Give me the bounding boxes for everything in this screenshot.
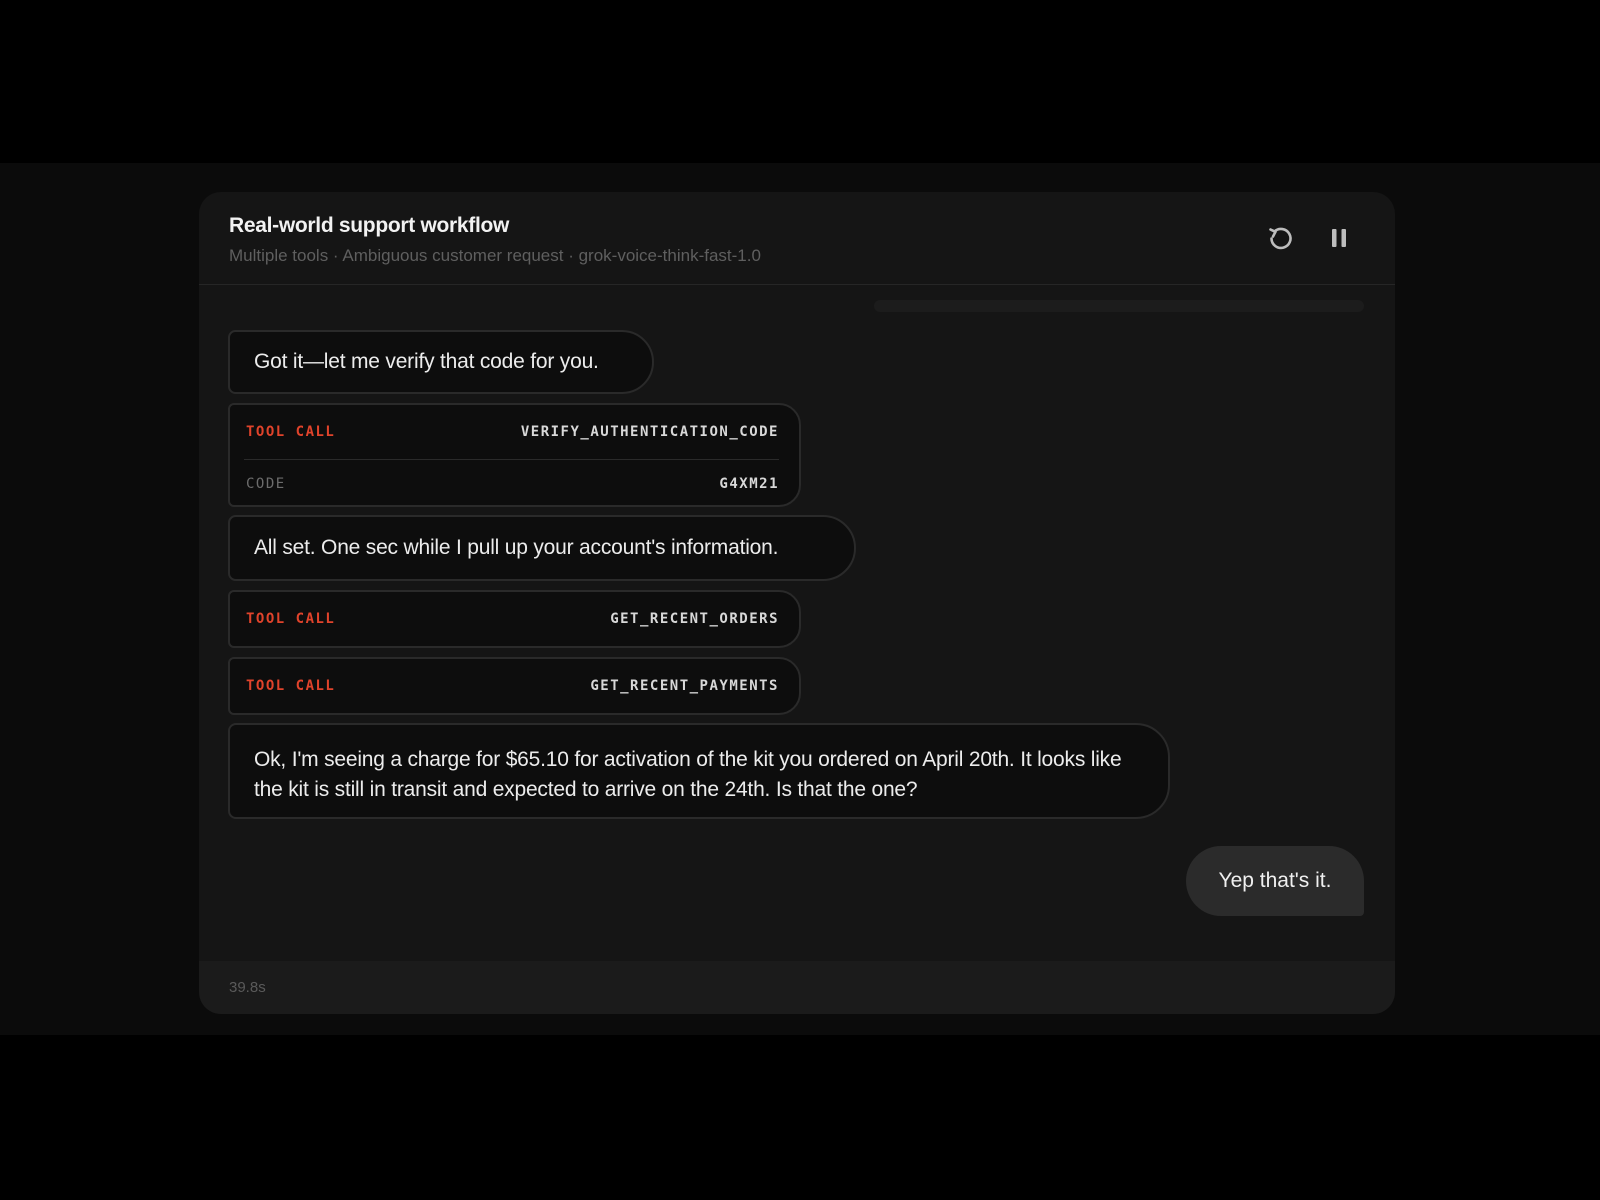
param-value: G4XM21 [719, 476, 779, 492]
agent-message-text: All set. One sec while I pull up your ac… [254, 536, 779, 559]
agent-message-text: Got it—let me verify that code for you. [254, 350, 599, 373]
param-key: CODE [246, 476, 286, 492]
tool-call-name: GET_RECENT_ORDERS [610, 611, 779, 627]
agent-message: All set. One sec while I pull up your ac… [228, 515, 856, 581]
tool-call-header: TOOL CALL GET_RECENT_ORDERS [230, 592, 799, 646]
tool-call-card: TOOL CALL GET_RECENT_PAYMENTS [228, 657, 801, 715]
tool-call-header: TOOL CALL VERIFY_AUTHENTICATION_CODE [230, 405, 799, 459]
conversation-list: Got it—let me verify that code for you. … [199, 192, 1395, 1014]
elapsed-timer: 39.8s [229, 979, 266, 996]
tool-call-label: TOOL CALL [246, 611, 336, 627]
tool-call-label: TOOL CALL [246, 424, 336, 440]
panel-footer: 39.8s [199, 961, 1395, 1014]
agent-message: Ok, I'm seeing a charge for $65.10 for a… [228, 723, 1170, 819]
tool-call-card: TOOL CALL GET_RECENT_ORDERS [228, 590, 801, 648]
agent-message-text: Ok, I'm seeing a charge for $65.10 for a… [254, 748, 1122, 801]
tool-call-divider [244, 459, 779, 460]
agent-message: Got it—let me verify that code for you. [228, 330, 654, 394]
user-message-text: Yep that's it. [1218, 869, 1332, 892]
demo-panel: Real-world support workflow Multiple too… [199, 192, 1395, 1014]
tool-call-label: TOOL CALL [246, 678, 336, 694]
tool-call-param: CODE G4XM21 [230, 461, 799, 507]
tool-call-card: TOOL CALL VERIFY_AUTHENTICATION_CODE COD… [228, 403, 801, 507]
tool-call-name: VERIFY_AUTHENTICATION_CODE [520, 424, 779, 440]
tool-call-header: TOOL CALL GET_RECENT_PAYMENTS [230, 659, 799, 713]
tool-call-name: GET_RECENT_PAYMENTS [590, 678, 779, 694]
user-message: Yep that's it. [1186, 846, 1364, 916]
